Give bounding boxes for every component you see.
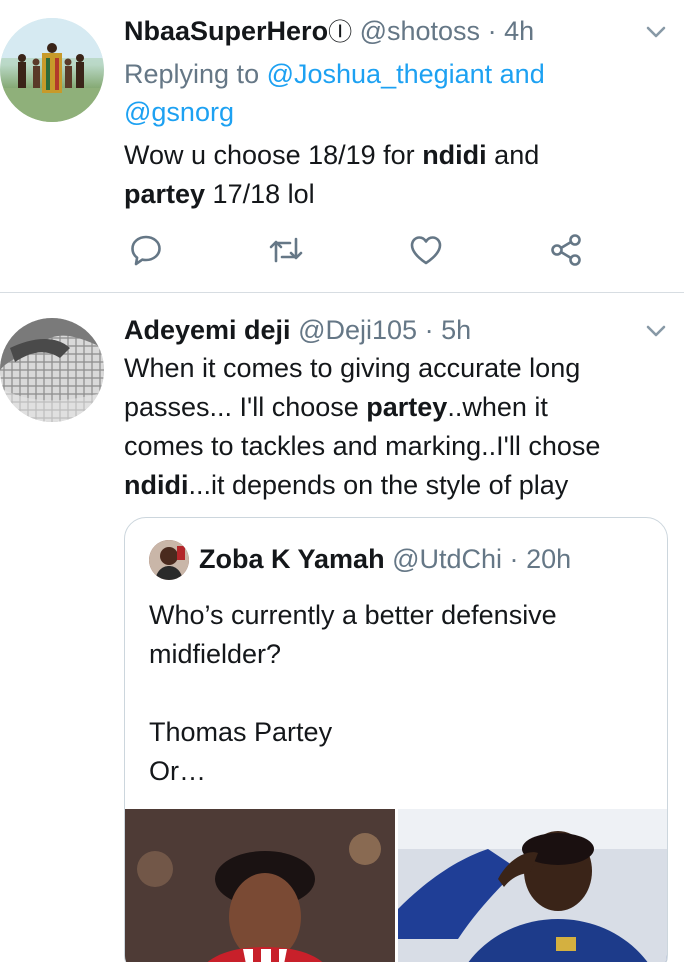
quoted-tweet-header: Zoba K Yamah @UtdChi · 20h [199, 542, 571, 576]
text-segment: passes... I'll choose [124, 392, 367, 422]
share-icon[interactable] [548, 232, 584, 268]
user-avatar-icon[interactable] [0, 18, 104, 122]
separator: · [509, 544, 519, 574]
text-segment: ..when it [447, 392, 548, 422]
replying-to: Replying to @Joshua_thegiant and @gsnorg [124, 55, 664, 131]
tweet-actions [124, 232, 604, 272]
badge-icon: Ⓘ [328, 19, 353, 46]
user-avatar-icon[interactable] [0, 318, 104, 422]
text-segment: comes to tackles and marking..I'll chose [124, 431, 601, 461]
display-name[interactable]: NbaaSuperHero [124, 16, 328, 46]
user-handle[interactable]: @shotoss [360, 16, 480, 46]
text-line: midfielder? [149, 639, 282, 669]
text-segment: ...it depends on the style of play [188, 470, 569, 500]
media-image[interactable] [125, 809, 395, 962]
media-image[interactable] [398, 809, 667, 962]
reply-mention-link[interactable]: @Joshua_thegiant and [267, 59, 545, 89]
display-name[interactable]: Adeyemi deji [124, 315, 291, 345]
user-handle[interactable]: @Deji105 [298, 315, 417, 345]
timestamp: 20h [526, 544, 572, 574]
timestamp[interactable]: 4h [504, 16, 534, 46]
reply-icon[interactable] [128, 232, 164, 268]
tweet-text: Wow u choose 18/19 for ndidi and partey … [124, 136, 669, 214]
text-bold: ndidi [124, 470, 189, 500]
user-avatar-icon [149, 540, 189, 580]
replying-to-label: Replying to [124, 59, 267, 89]
text-bold: partey [124, 179, 206, 209]
text-bold: partey [366, 392, 448, 422]
separator: · [487, 16, 497, 46]
tweet-text: When it comes to giving accurate long pa… [124, 349, 669, 505]
tweet[interactable]: Adeyemi deji @Deji105 · 5h When it comes… [0, 293, 684, 962]
display-name: Zoba K Yamah [199, 544, 385, 574]
text-segment: Wow u choose 18/19 for [124, 140, 423, 170]
quoted-tweet[interactable]: Zoba K Yamah @UtdChi · 20h Who’s current… [124, 517, 668, 962]
retweet-icon[interactable] [268, 232, 304, 268]
separator: · [424, 315, 434, 345]
quoted-tweet-text: Who’s currently a better defensive midfi… [149, 596, 649, 791]
reply-mention-link[interactable]: @gsnorg [124, 97, 234, 127]
tweet[interactable]: NbaaSuperHeroⒾ @shotoss · 4h Replying to… [0, 0, 684, 292]
chevron-down-icon[interactable] [642, 18, 670, 46]
user-handle: @UtdChi [392, 544, 503, 574]
timestamp[interactable]: 5h [441, 315, 471, 345]
tweet-header: Adeyemi deji @Deji105 · 5h [124, 313, 471, 347]
like-icon[interactable] [408, 232, 444, 268]
text-line: Thomas Partey [149, 717, 333, 747]
tweet-header: NbaaSuperHeroⒾ @shotoss · 4h [124, 14, 534, 50]
text-segment: When it comes to giving accurate long [124, 353, 581, 383]
text-line: Or… [149, 756, 206, 786]
text-segment: and [486, 140, 540, 170]
text-bold: ndidi [422, 140, 487, 170]
text-segment: 17/18 lol [205, 179, 315, 209]
text-line: Who’s currently a better defensive [149, 600, 557, 630]
chevron-down-icon[interactable] [642, 317, 670, 345]
